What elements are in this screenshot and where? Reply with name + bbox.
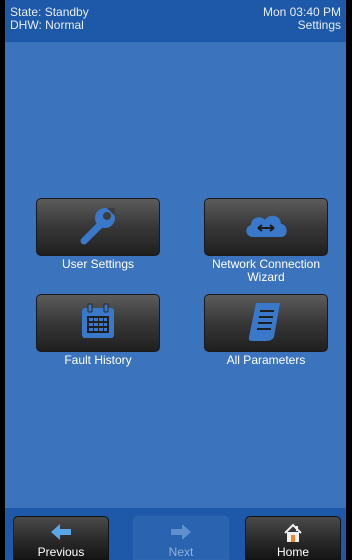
screen-title: Settings [297,18,341,32]
status-right: Mon 03:40 PM Settings [263,6,341,32]
fault-history-button[interactable] [36,294,160,352]
cloud-icon [241,207,291,248]
home-label: Home [276,545,309,559]
arrow-right-icon [134,523,228,541]
dhw-text: DHW: Normal [10,18,84,32]
next-label: Next [168,545,194,559]
settings-screen: State: Standby DHW: Normal Mon 03:40 PM … [5,0,346,560]
all-parameters-label: All Parameters [226,353,306,367]
previous-label: Previous [37,545,85,559]
document-icon [246,299,286,348]
wrench-icon [76,203,120,252]
network-connection-wizard-label: Network Connection Wizard [211,257,321,284]
user-settings-label: User Settings [61,257,135,271]
next-button[interactable]: Next [133,516,229,560]
user-settings-button[interactable] [36,198,160,256]
fault-history-label: Fault History [64,353,132,367]
home-button[interactable]: Home [245,516,341,560]
previous-button[interactable]: Previous [13,516,109,560]
calendar-icon [78,301,118,346]
arrow-left-icon [14,523,108,541]
network-connection-wizard-button[interactable] [204,198,328,256]
nav-footer: Previous Next Home [5,508,346,560]
status-left: State: Standby DHW: Normal [10,6,89,32]
all-parameters-button[interactable] [204,294,328,352]
status-header: State: Standby DHW: Normal Mon 03:40 PM … [5,0,346,42]
home-icon [246,523,340,543]
